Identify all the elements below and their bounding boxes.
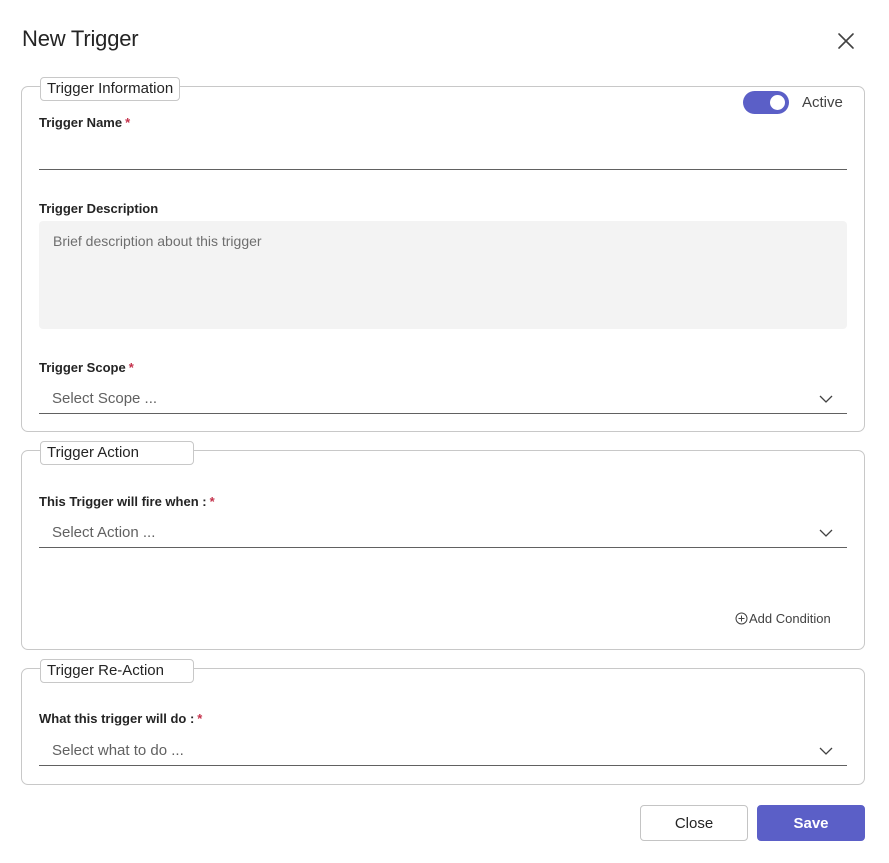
close-icon[interactable] [836, 31, 856, 51]
required-mark: * [197, 711, 203, 726]
dialog-title: New Trigger [22, 26, 139, 51]
trigger-action-legend: Trigger Action [40, 441, 194, 465]
trigger-scope-label-text: Trigger Scope [39, 360, 126, 375]
add-condition-button[interactable]: Add Condition [735, 611, 831, 626]
active-toggle[interactable] [743, 91, 789, 114]
toggle-knob [770, 95, 785, 110]
trigger-name-label-text: Trigger Name [39, 115, 123, 130]
save-button[interactable]: Save [757, 805, 865, 841]
will-do-label: What this trigger will do : * [39, 711, 202, 726]
will-do-label-text: What this trigger will do : [39, 711, 195, 726]
action-select[interactable]: Select Action ... [39, 518, 847, 548]
fire-when-label: This Trigger will fire when : * [39, 494, 215, 509]
chevron-down-icon [819, 747, 833, 755]
trigger-description-textarea[interactable] [39, 221, 847, 329]
trigger-name-input[interactable] [39, 138, 847, 170]
required-mark: * [209, 494, 215, 509]
trigger-scope-placeholder: Select Scope ... [52, 390, 158, 407]
active-toggle-label: Active [802, 94, 843, 111]
chevron-down-icon [819, 529, 833, 537]
fire-when-label-text: This Trigger will fire when : [39, 494, 207, 509]
reaction-placeholder: Select what to do ... [52, 742, 184, 759]
close-button[interactable]: Close [640, 805, 748, 841]
chevron-down-icon [819, 395, 833, 403]
trigger-description-label: Trigger Description [39, 201, 159, 216]
trigger-name-label: Trigger Name * [39, 115, 130, 130]
trigger-information-legend: Trigger Information [40, 77, 181, 101]
required-mark: * [125, 115, 131, 130]
required-mark: * [128, 360, 134, 375]
trigger-reaction-legend: Trigger Re-Action [40, 659, 194, 683]
trigger-scope-select[interactable]: Select Scope ... [39, 384, 847, 414]
trigger-reaction-section: Trigger Re-Action [21, 659, 865, 785]
plus-circle-icon [735, 612, 748, 625]
add-condition-label: Add Condition [749, 611, 831, 626]
reaction-select[interactable]: Select what to do ... [39, 736, 847, 766]
trigger-scope-label: Trigger Scope * [39, 360, 134, 375]
action-placeholder: Select Action ... [52, 524, 156, 541]
